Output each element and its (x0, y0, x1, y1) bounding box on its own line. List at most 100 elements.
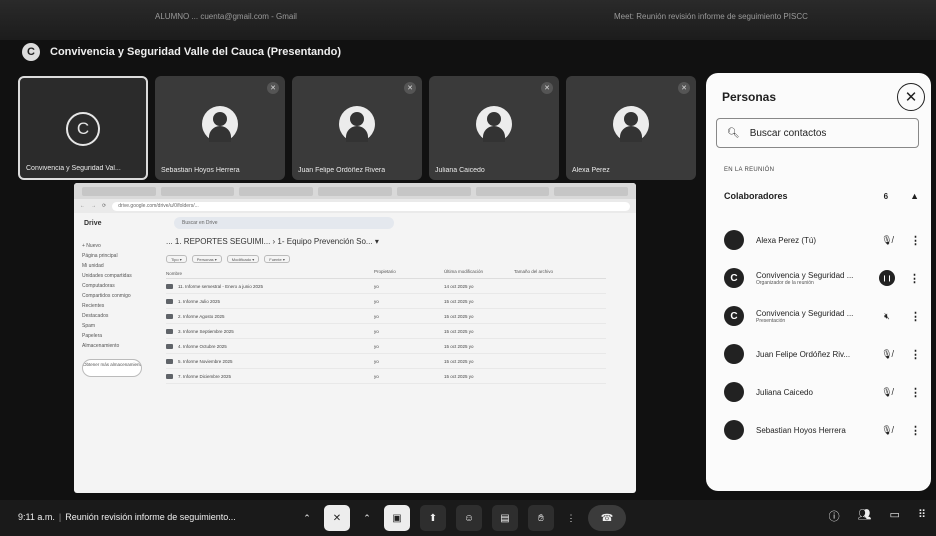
more-options-icon[interactable]: ⋮ (910, 310, 921, 323)
drive-sidebar-item: Almacenamiento (82, 343, 120, 349)
drive-sidebar: + Nuevo Página principal Mi unidad Unida… (82, 241, 154, 377)
captions-button[interactable]: ▤ (492, 505, 518, 531)
mic-off-icon: ✕ (541, 82, 553, 94)
section-label: EN LA REUNIÓN (724, 167, 775, 173)
contact-search-input[interactable]: 🔍︎ Buscar contactos (716, 118, 919, 148)
side-controls: ⓘ 👥︎ ▭ ⠿ (829, 508, 926, 524)
file-name: 5. Informe Noviembre 2025 (178, 358, 233, 364)
filter-chip: Personas ▾ (191, 255, 222, 263)
info-icon[interactable]: ⓘ (829, 508, 840, 524)
participant-avatar: C (66, 112, 100, 146)
participant-tile[interactable]: C Convivencia y Seguridad Val... (18, 76, 148, 180)
close-icon[interactable]: ✕ (897, 83, 925, 111)
forward-icon: → (91, 203, 96, 209)
collaborators-group[interactable]: Colaboradores 6 ▲ (724, 191, 919, 201)
group-label: Colaboradores (724, 191, 788, 201)
drive-column-header: Nombre Propietario Última modificación T… (166, 269, 606, 279)
avatar: C (724, 268, 744, 288)
file-owner: yo (374, 343, 379, 349)
participant-tiles: C Convivencia y Seguridad Val... ✕ Sebas… (18, 76, 698, 180)
file-modified: 15 oct 2025 yo (444, 298, 474, 304)
mic-off-icon: 🎙︎̸ (881, 386, 893, 397)
chevron-up-icon[interactable]: ⌃ (360, 505, 374, 531)
table-row: 3. Informe Septiembre 2025 yo 15 oct 2025 … (166, 324, 606, 339)
list-item[interactable]: Alexa Perez (Tú) 🎙︎̸ ⋮ (724, 221, 924, 259)
present-button[interactable]: ⬆ (420, 505, 446, 531)
speaking-icon: ❙❙ (879, 270, 895, 286)
mic-off-icon: 🎙︎̸ (881, 348, 893, 359)
drive-breadcrumb: ... 1. REPORTES SEGUIMI... › 1- Equipo P… (166, 237, 379, 246)
call-controls: ⌃ ✕ ⌃ ▣ ⬆ ☺ ▤ ✋︎ ⋮ ☎ (300, 505, 626, 531)
meeting-info: 9:11 a.m. | Reunión revisión informe de se… (18, 512, 236, 522)
drive-logo: Drive (84, 219, 102, 227)
file-owner: yo (374, 373, 379, 379)
file-owner: yo (374, 298, 379, 304)
more-options-icon[interactable]: ⋮ (910, 348, 921, 361)
search-icon: 🔍︎ (727, 127, 740, 139)
person-name: Juan Felipe Ordóñez Riv... (756, 349, 851, 359)
mic-toggle-button[interactable]: ✕ (324, 505, 350, 531)
more-options-button[interactable]: ⋮ (564, 505, 578, 531)
person-role: Organizador de la reunión (756, 279, 814, 286)
table-row: 4. Informe Octubre 2025 yo 15 oct 2025 yo (166, 339, 606, 354)
panel-title: Personas (722, 90, 777, 104)
drive-sidebar-item: Papelera (82, 333, 103, 339)
chat-icon[interactable]: ▭ (890, 508, 900, 524)
list-item[interactable]: Juliana Caicedo 🎙︎̸ ⋮ (724, 373, 924, 411)
mic-off-icon: 🎙︎̸ (881, 234, 893, 245)
file-modified: 15 oct 2025 yo (444, 373, 474, 379)
participant-tile[interactable]: ✕ Sebastian Hoyos Herrera (155, 76, 285, 180)
raise-hand-button[interactable]: ✋︎ (528, 505, 554, 531)
leave-call-button[interactable]: ☎ (588, 505, 626, 531)
drive-sidebar-item: Destacados (82, 313, 109, 319)
audio-off-icon: 🔇︎ (884, 310, 890, 321)
meeting-title: Reunión revisión informe de seguimiento.… (65, 512, 236, 522)
participant-tile[interactable]: ✕ Alexa Perez (566, 76, 696, 180)
drive-filter-chips: Tipo ▾ Personas ▾ Modificado ▾ Fuente ▾ (166, 255, 606, 263)
address-bar: ← → ⟳ drive.google.com/drive/u/0/folders… (74, 199, 636, 213)
participant-tile[interactable]: ✕ Juan Felipe Ordóñez Rivera (292, 76, 422, 180)
reactions-button[interactable]: ☺ (456, 505, 482, 531)
file-name: 1. Informe Julio 2025 (178, 298, 221, 304)
folder-icon (166, 328, 173, 334)
more-options-icon[interactable]: ⋮ (910, 424, 921, 437)
activities-icon[interactable]: ⠿ (918, 508, 926, 524)
chevron-up-icon[interactable]: ▲ (910, 191, 919, 201)
list-item[interactable]: Juan Felipe Ordóñez Riv... 🎙︎̸ ⋮ (724, 335, 924, 373)
camera-toggle-button[interactable]: ▣ (384, 505, 410, 531)
folder-icon (166, 283, 173, 289)
drive-file-list: ... 1. REPORTES SEGUIMI... › 1- Equipo P… (166, 237, 606, 384)
participant-avatar (476, 106, 512, 142)
mic-off-icon: ✕ (404, 82, 416, 94)
drive-sidebar-item: Recientes (82, 303, 105, 309)
folder-icon (166, 358, 173, 364)
person-name: Convivencia y Seguridad ... (756, 270, 854, 280)
list-item[interactable]: Sebastian Hoyos Herrera 🎙︎̸ ⋮ (724, 411, 924, 449)
participant-tile[interactable]: ✕ Juliana Caicedo (429, 76, 559, 180)
person-name: Alexa Perez (Tú) (756, 235, 817, 245)
mic-off-icon: 🎙︎̸ (881, 424, 893, 435)
drive-sidebar-item: Computadoras (82, 283, 115, 289)
mic-off-icon: ✕ (678, 82, 690, 94)
filter-chip: Modificado ▾ (226, 255, 260, 263)
filter-chip: Fuente ▾ (264, 255, 290, 263)
chevron-up-icon[interactable]: ⌃ (300, 505, 314, 531)
file-owner: yo (374, 283, 379, 289)
gmail-tab-text: ALUMNO ... cuenta@gmail.com - Gmail (155, 12, 297, 21)
people-icon[interactable]: 👥︎ (858, 508, 872, 524)
drive-search: Buscar en Drive (174, 217, 394, 229)
presenting-indicator: C Convivencia y Seguridad Valle del Cauc… (22, 42, 341, 62)
participant-avatar (202, 106, 238, 142)
drive-sidebar-item: Compartidos conmigo (82, 293, 131, 299)
more-options-icon[interactable]: ⋮ (909, 272, 920, 285)
participant-name: Convivencia y Seguridad Val... (26, 165, 121, 172)
table-row: 2. Informe Agosto 2025 yo 15 oct 2025 yo (166, 309, 606, 324)
person-role: Presentación (756, 317, 786, 324)
list-item[interactable]: C Convivencia y Seguridad ... Presentaci… (724, 297, 924, 335)
search-placeholder: Buscar contactos (749, 127, 827, 139)
clock-time: 9:11 a.m. (18, 512, 55, 522)
file-name: 4. Informe Octubre 2025 (178, 343, 227, 349)
list-item[interactable]: C Convivencia y Seguridad ... Organizado… (724, 259, 924, 297)
more-options-icon[interactable]: ⋮ (910, 386, 921, 399)
more-options-icon[interactable]: ⋮ (910, 234, 921, 247)
